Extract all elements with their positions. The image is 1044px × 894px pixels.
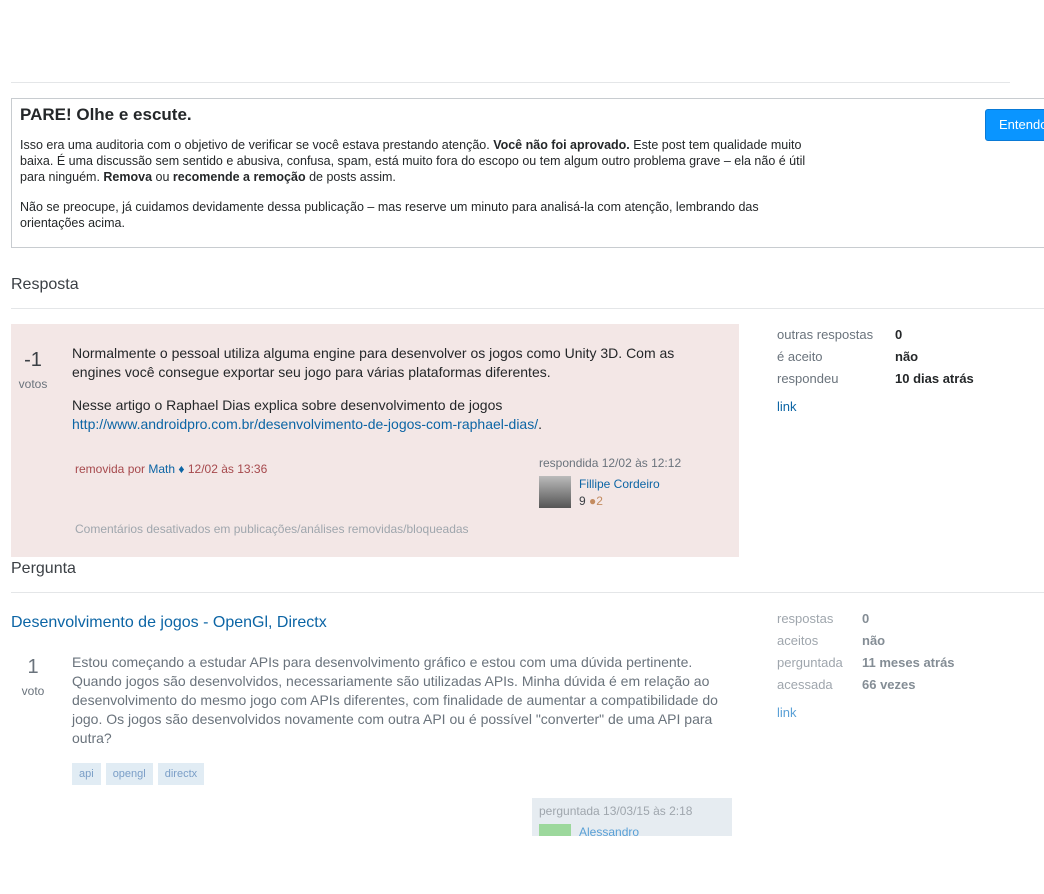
section-divider (11, 308, 1044, 309)
stat-label: perguntada (777, 655, 843, 670)
reputation-score: 9 (579, 494, 586, 508)
question-title-link[interactable]: Desenvolvimento de jogos - OpenGl, Direc… (11, 614, 327, 632)
audit-text: ou (152, 170, 173, 184)
stat-value: 11 meses atrás (862, 655, 955, 670)
stat-label: é aceito (777, 349, 823, 364)
stat-label: respondeu (777, 371, 839, 386)
tag-list: api opengl directx (72, 763, 209, 785)
question-vote-count: 1 (27, 656, 39, 678)
answered-time: respondida 12/02 às 12:12 (539, 456, 682, 470)
audit-title: PARE! Olhe e escute. (20, 105, 192, 124)
comments-disabled-notice: Comentários desativados em publicações/a… (75, 522, 469, 536)
answer-text: . (538, 416, 542, 432)
asked-signature-card: perguntada 13/03/15 às 2:18 Alessandro (532, 798, 732, 836)
answer-paragraph: Normalmente o pessoal utiliza alguma eng… (72, 345, 675, 380)
audit-remove-text: Remova (103, 170, 153, 184)
asker-user-link[interactable]: Alessandro (579, 825, 639, 836)
top-divider (11, 82, 1010, 83)
answer-vote-count: -1 (24, 349, 42, 371)
stat-label: respostas (777, 611, 834, 626)
question-permalink[interactable]: link (777, 705, 797, 720)
tag-api[interactable]: api (72, 763, 101, 785)
audit-recommend-text: recomende a remoção (172, 170, 306, 184)
stat-label: outras respostas (777, 327, 874, 342)
audit-text: de posts assim. (305, 170, 396, 184)
stat-value: 10 dias atrás (895, 371, 974, 386)
audit-banner: PARE! Olhe e escute. Isso era uma audito… (11, 98, 1044, 248)
stat-value: 0 (895, 327, 903, 342)
question-body: Estou começando a estudar APIs para dese… (72, 654, 718, 746)
section-divider (11, 592, 1044, 593)
tag-opengl[interactable]: opengl (105, 763, 153, 785)
understand-button[interactable]: Entendo (985, 109, 1044, 141)
stat-value: não (895, 349, 919, 364)
removed-notice: removida por Math ♦ 12/02 às 13:36 (75, 462, 267, 476)
answer-permalink[interactable]: link (777, 399, 797, 414)
answer-article-link[interactable]: http://www.androidpro.com.br/desenvolvim… (72, 416, 538, 432)
answer-vote-label: votos (18, 377, 48, 391)
deleted-answer-panel: -1 votos Normalmente o pessoal utiliza a… (11, 324, 739, 557)
audit-reassurance: Não se preocupe, já cuidamos devidamente… (20, 200, 759, 230)
stat-label: aceitos (777, 633, 819, 648)
audit-message: Isso era uma auditoria com o objetivo de… (20, 137, 820, 185)
tag-directx[interactable]: directx (157, 763, 205, 785)
user-reputation: 9 ●2 (579, 494, 603, 508)
stat-label: acessada (777, 677, 833, 692)
stat-value: 66 vezes (862, 677, 916, 692)
answer-text: Nesse artigo o Raphael Dias explica sobr… (72, 397, 503, 413)
removed-time: 12/02 às 13:36 (184, 462, 268, 476)
avatar[interactable] (539, 476, 571, 508)
question-vote-label: voto (21, 684, 45, 698)
audit-text: Isso era uma auditoria com o objetivo de… (20, 138, 494, 152)
stat-value: não (862, 633, 886, 648)
removed-by-user-link[interactable]: Math ♦ (148, 462, 184, 476)
audit-failed-text: Você não foi aprovado. (493, 138, 630, 152)
stat-value: 0 (862, 611, 870, 626)
bronze-badge-count: ●2 (589, 494, 603, 508)
asked-time: perguntada 13/03/15 às 2:18 (539, 804, 693, 818)
answer-section-heading: Resposta (11, 276, 79, 293)
removed-prefix: removida por (75, 462, 149, 476)
answer-body: Normalmente o pessoal utiliza alguma eng… (72, 344, 722, 448)
question-section-heading: Pergunta (11, 560, 76, 577)
answer-user-link[interactable]: Fillipe Cordeiro (579, 477, 660, 491)
answer-paragraph: Nesse artigo o Raphael Dias explica sobr… (72, 396, 722, 434)
avatar[interactable] (539, 824, 571, 836)
